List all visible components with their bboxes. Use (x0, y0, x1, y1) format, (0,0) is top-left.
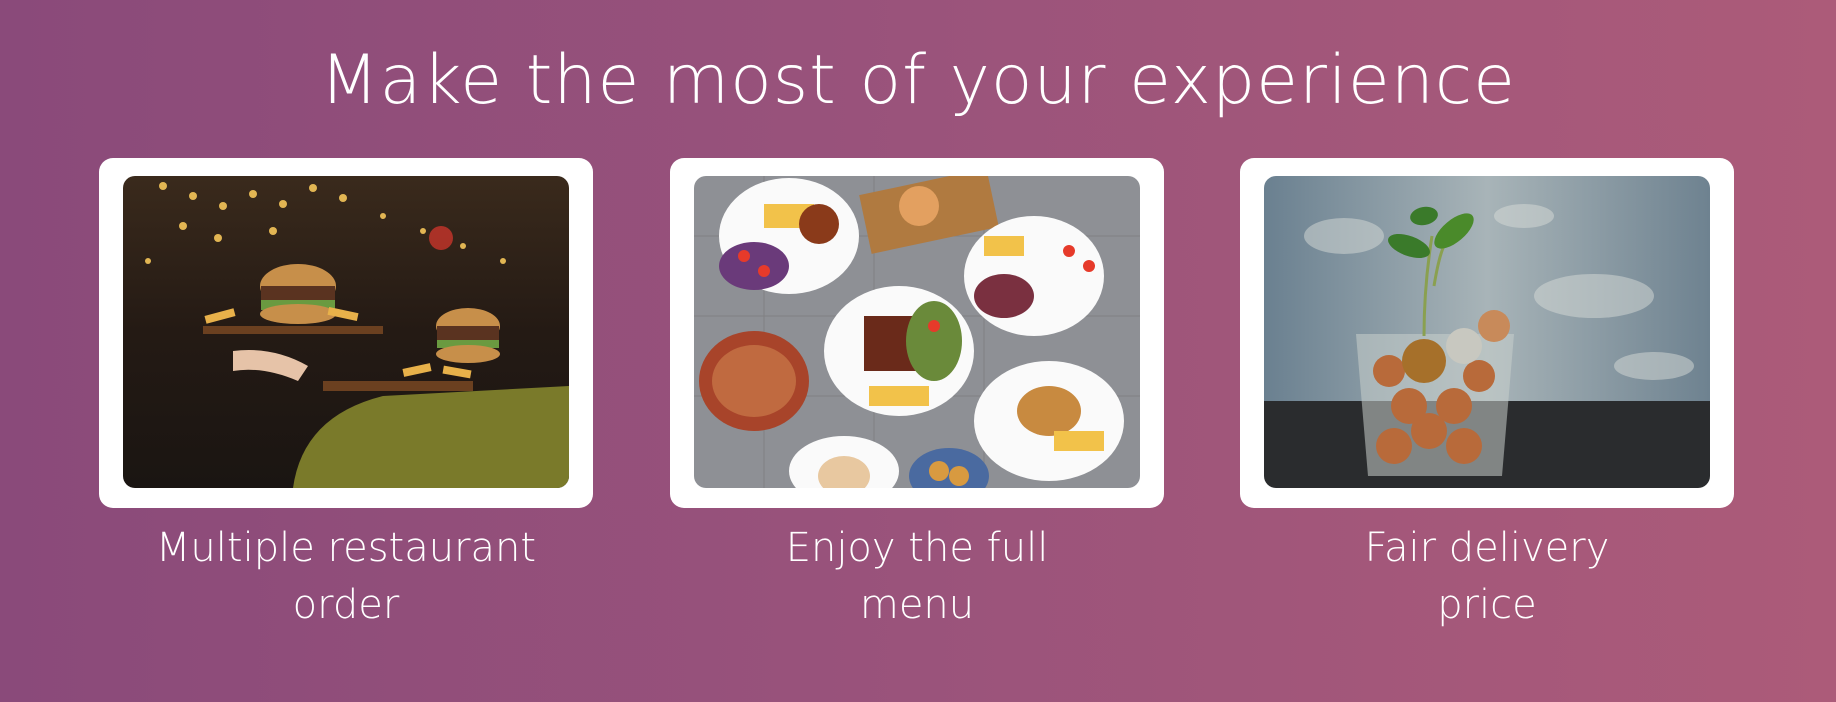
dishes-photo (694, 176, 1140, 488)
coins-photo (1264, 176, 1710, 488)
feature-card-fair-delivery[interactable] (1240, 158, 1734, 508)
burgers-photo (123, 176, 569, 488)
feature-card-full-menu[interactable] (670, 158, 1164, 508)
feature-caption-multiple-restaurant: Multiple restaurant order (155, 525, 537, 628)
feature-caption-fair-delivery: Fair delivery price (1364, 525, 1610, 628)
page-title: Make the most of your experience (319, 41, 1517, 120)
feature-caption-full-menu: Enjoy the full menu (785, 525, 1049, 628)
feature-card-multiple-restaurant[interactable] (99, 158, 593, 508)
